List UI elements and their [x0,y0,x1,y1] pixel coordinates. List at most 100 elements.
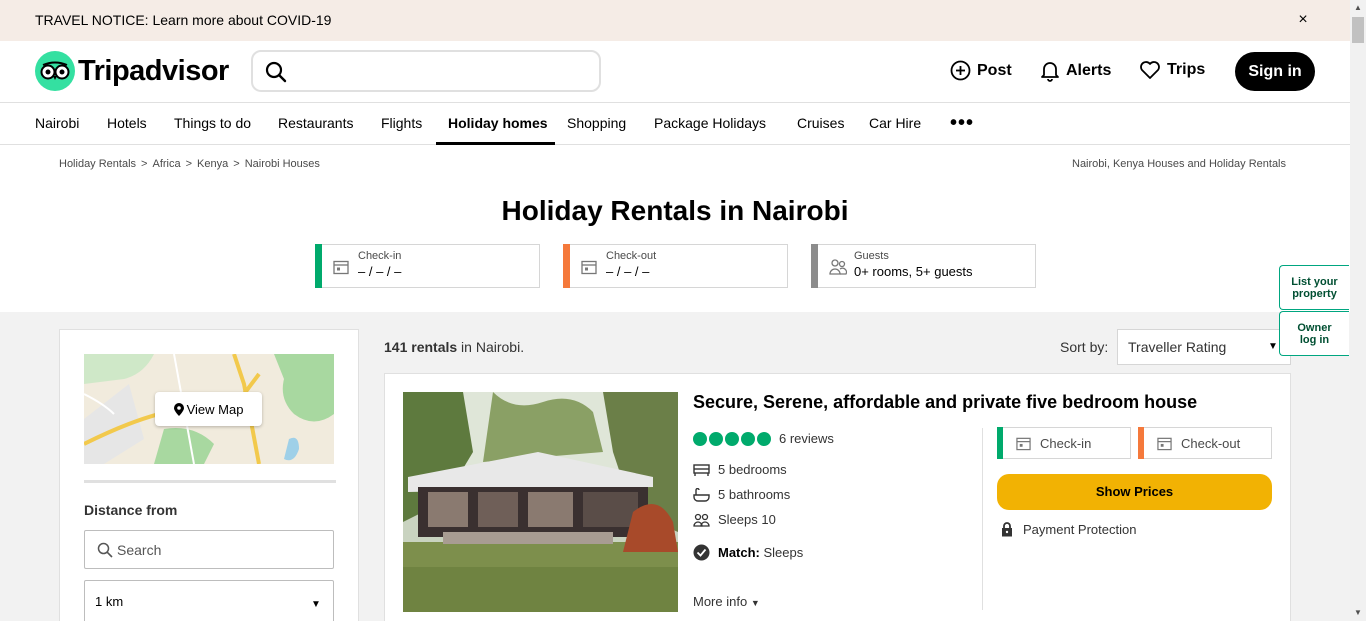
breadcrumb-context-text: Nairobi, Kenya Houses and Holiday Rental… [1072,158,1287,170]
scroll-thumb[interactable] [1352,17,1364,43]
list-property-line-2: property [1292,288,1337,300]
tripadvisor-logo[interactable]: Tripadvisor [35,50,229,92]
rating-bubble-icon [693,431,707,446]
travel-notice-link[interactable]: TRAVEL NOTICE: Learn more about COVID-19 [35,12,331,28]
alerts-button[interactable]: Alerts [1040,60,1111,82]
scroll-up-arrow-icon[interactable]: ▲ [1350,0,1366,16]
guests-label: Guests [854,250,889,262]
show-prices-button[interactable]: Show Prices [997,474,1272,510]
list-your-property-button[interactable]: List your property [1279,265,1349,310]
search-input[interactable] [251,50,601,92]
view-map-button[interactable]: View Map [155,392,262,426]
more-info-link[interactable]: More info ▼ [693,594,760,609]
distance-from-heading: Distance from [84,502,178,518]
calendar-icon [581,259,597,280]
calendar-icon [1157,436,1172,456]
breadcrumb-item[interactable]: Holiday Rentals [59,158,136,170]
chevron-down-icon: ▼ [311,599,321,610]
nav-item-hotels[interactable]: Hotels [107,115,147,131]
nav-item-package-holidays[interactable]: Package Holidays [654,115,766,131]
chevron-right-icon: > [233,158,240,170]
nav-item-nairobi[interactable]: Nairobi [35,115,79,131]
travel-notice-bar: TRAVEL NOTICE: Learn more about COVID-19… [0,0,1350,41]
checkin-value: – / – / – [358,264,402,279]
chevron-right-icon: > [185,158,193,170]
trips-button[interactable]: Trips [1139,60,1205,80]
distance-search-input[interactable]: Search [84,530,334,569]
sleeps-feature: Sleeps 10 [693,512,776,527]
match-feature: Match: Sleeps [693,544,803,561]
map-pin-icon [173,402,184,416]
checkin-date-field[interactable]: Check-in – / – / – [315,244,540,288]
bedrooms-text: 5 bedrooms [718,462,787,477]
list-property-line-1: List your [1291,276,1338,288]
rentals-count-number: 141 rentals [384,339,458,355]
listing-title[interactable]: Secure, Serene, affordable and private f… [693,392,1197,413]
logo-text: Tripadvisor [78,54,229,87]
breadcrumb-item[interactable]: Nairobi Houses [245,158,320,170]
post-button[interactable]: Post [950,60,1012,81]
alerts-label: Alerts [1066,62,1112,79]
listing-checkin-field[interactable]: Check-in [997,427,1131,459]
nav-item-cruises[interactable]: Cruises [797,115,844,131]
main-nav: Nairobi Hotels Things to do Restaurants … [0,102,1350,145]
chevron-down-icon: ▼ [1268,341,1278,352]
guests-value: 0+ rooms, 5+ guests [854,264,973,279]
scroll-down-arrow-icon[interactable]: ▼ [1350,605,1366,621]
close-icon[interactable]: × [1294,11,1312,29]
sort-select[interactable]: Traveller Rating ▼ [1117,329,1291,365]
sign-in-button[interactable]: Sign in [1235,52,1315,91]
checkout-date-field[interactable]: Check-out – / – / – [563,244,788,288]
distance-select[interactable]: 1 km ▼ [84,580,334,621]
search-icon [265,61,287,88]
people-icon [829,259,848,280]
breadcrumb-item[interactable]: Africa [152,158,180,170]
nav-item-flights[interactable]: Flights [381,115,422,131]
rating-bubble-icon [725,431,739,446]
results-area: View Map Distance from Search 1 km ▼ 141… [0,312,1350,621]
owner-login-line-2: log in [1299,334,1330,346]
nav-item-car-hire[interactable]: Car Hire [869,115,921,131]
nav-item-shopping[interactable]: Shopping [567,115,626,131]
nav-item-restaurants[interactable]: Restaurants [278,115,353,131]
bedrooms-feature: 5 bedrooms [693,462,787,477]
distance-select-value: 1 km [95,594,124,609]
rentals-count-suffix: in Nairobi. [457,339,525,355]
rating-bubbles[interactable]: 6 reviews [693,431,834,446]
listing-photo[interactable] [403,392,678,612]
owl-logo-icon [35,51,75,91]
site-header: Tripadvisor Post Alerts Trips Sign in [0,41,1350,102]
payment-protection-label: Payment Protection [1023,522,1137,537]
search-icon [97,542,113,563]
checkout-accent [1138,427,1144,459]
checkin-accent [315,244,322,288]
rating-bubble-icon [709,431,723,446]
match-label: Match: [718,545,760,560]
sort-by-label: Sort by: [1060,339,1109,355]
check-circle-icon [693,544,710,561]
bed-icon [693,463,710,476]
checkout-label: Check-out [606,250,657,262]
nav-item-things-to-do[interactable]: Things to do [174,115,251,131]
more-dots-icon[interactable]: ••• [950,112,974,135]
calendar-icon [333,259,349,280]
nav-item-holiday-homes[interactable]: Holiday homes [448,115,548,131]
active-tab-underline [436,142,555,145]
chevron-right-icon: > [141,158,148,170]
checkout-value: – / – / – [606,264,650,279]
owner-login-button[interactable]: Owner log in [1279,311,1349,356]
listing-checkout-label: Check-out [1181,436,1241,451]
guests-field[interactable]: Guests 0+ rooms, 5+ guests [811,244,1036,288]
payment-protection[interactable]: Payment Protection [1001,522,1136,537]
listing-checkin-label: Check-in [1040,436,1092,451]
checkin-accent [997,427,1003,459]
page-scrollbar[interactable]: ▲ ▼ [1350,0,1366,621]
breadcrumb: Holiday Rentals > Africa > Kenya > Nairobi Hou… [59,158,320,170]
owner-login-line-1: Owner [1297,322,1332,334]
reviews-count[interactable]: 6 reviews [779,431,834,446]
breadcrumb-item[interactable]: Kenya [197,158,228,170]
sleeps-text: Sleeps 10 [718,512,776,527]
map-preview[interactable]: View Map [84,354,334,464]
listing-checkout-field[interactable]: Check-out [1138,427,1272,459]
people-icon [693,513,710,527]
